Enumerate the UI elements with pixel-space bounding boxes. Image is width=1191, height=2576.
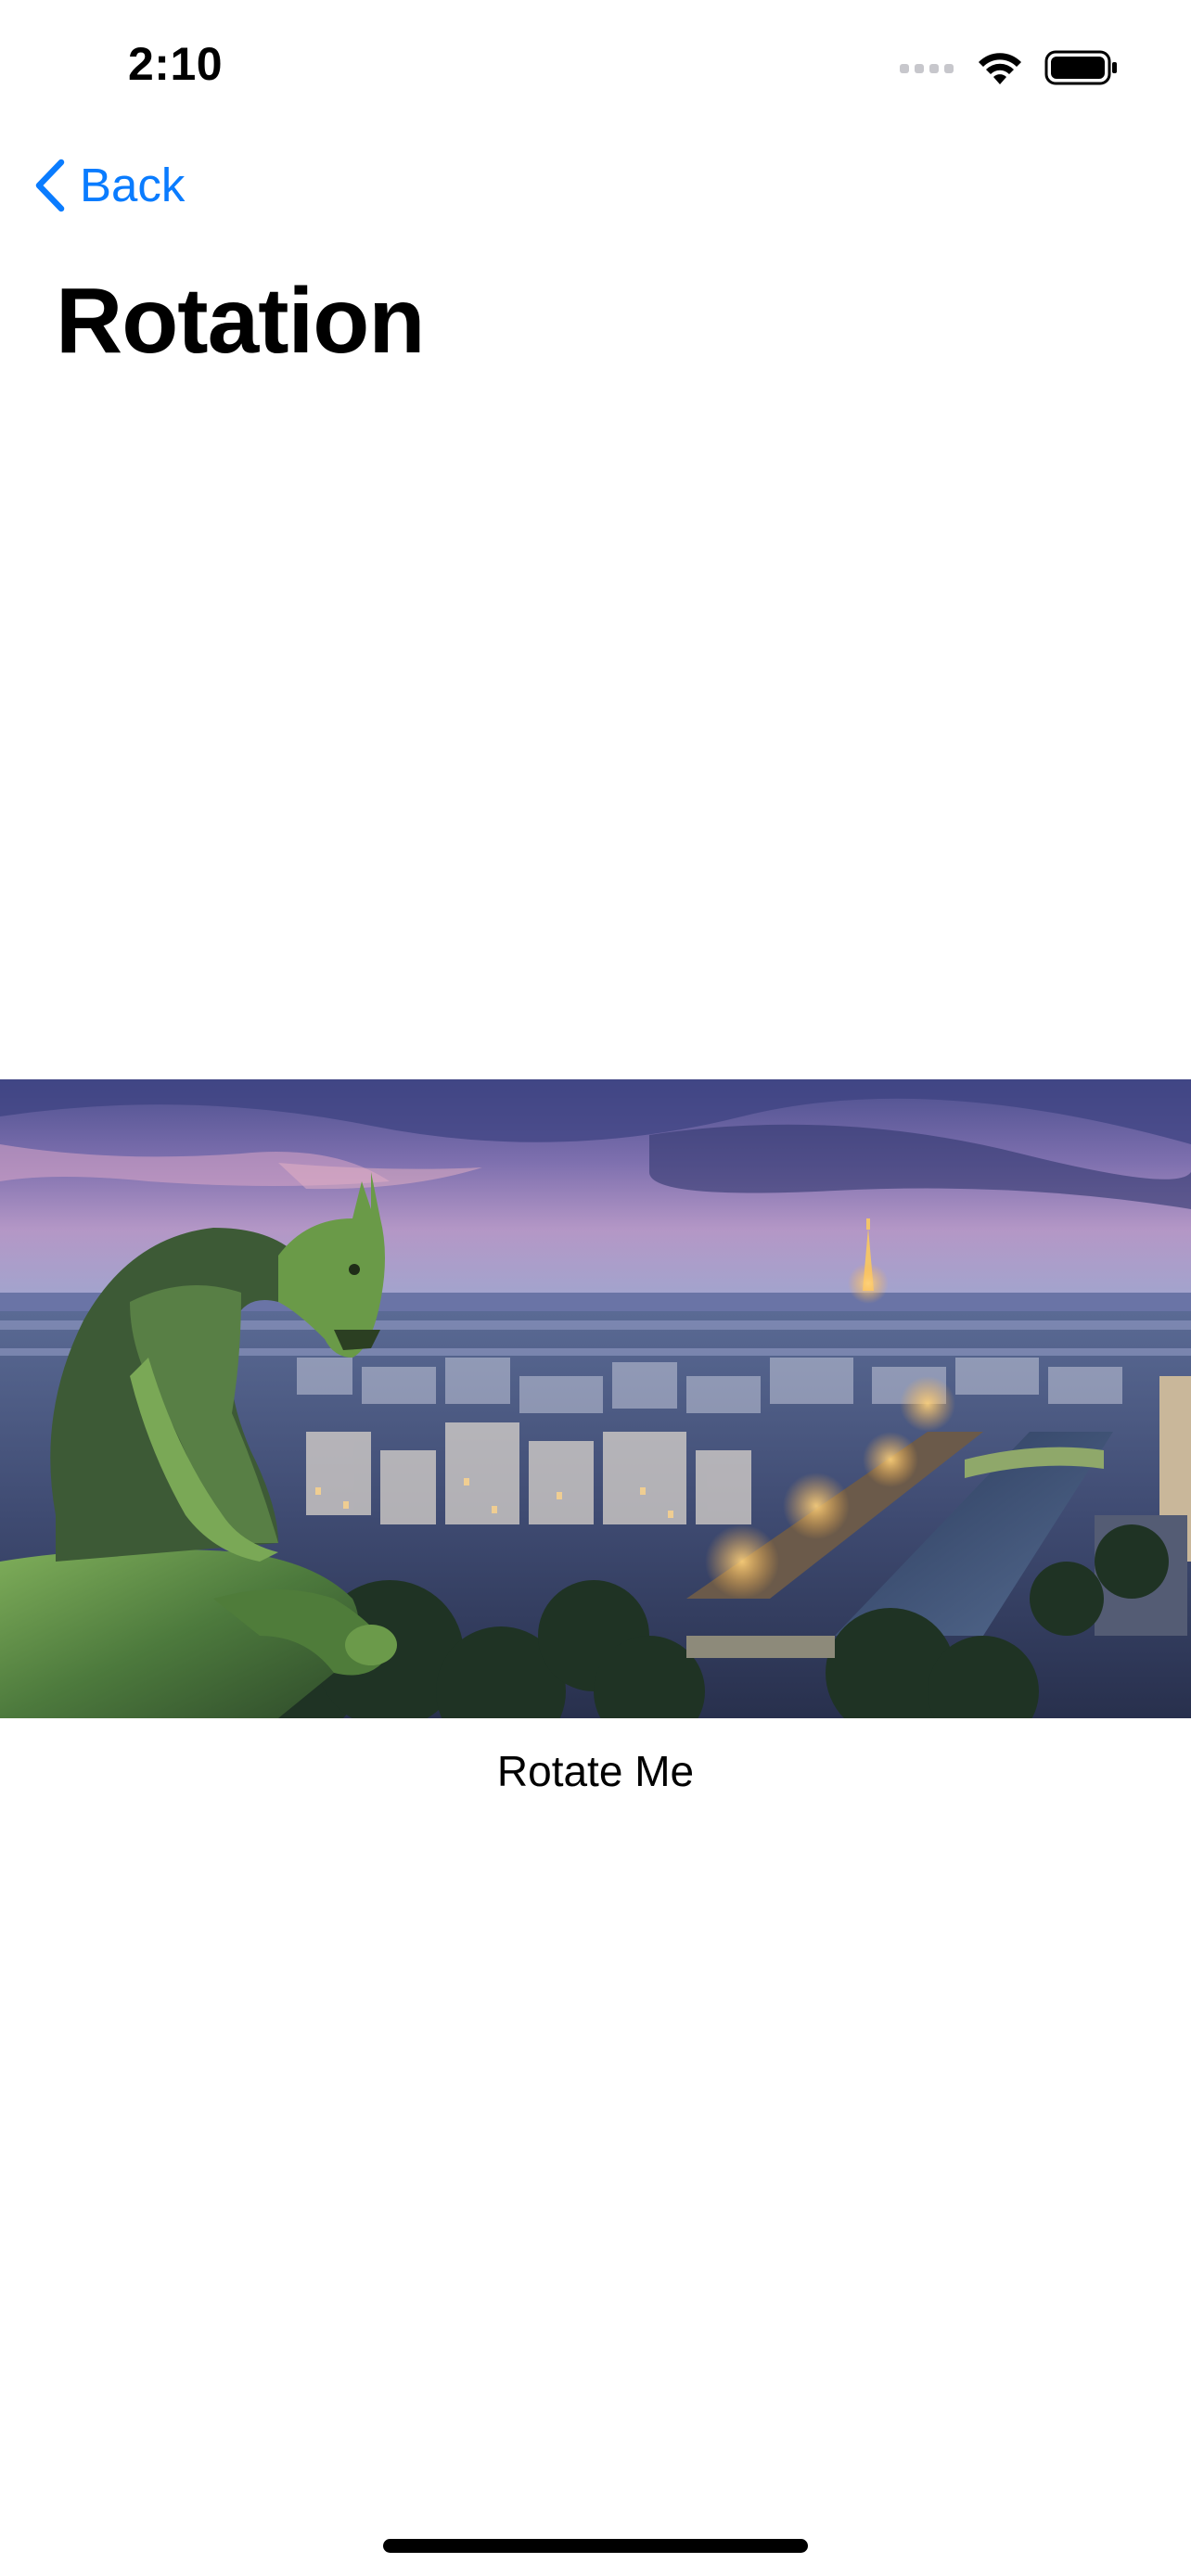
battery-icon: [1044, 50, 1117, 85]
status-bar: 2:10: [0, 0, 1191, 130]
page-title: Rotation: [56, 269, 425, 373]
cellular-signal-icon: [900, 64, 954, 73]
status-time: 2:10: [128, 38, 224, 90]
rotatable-photo[interactable]: [0, 1079, 1191, 1718]
paris-gargoyle-photo: [0, 1079, 1191, 1718]
wifi-icon: [979, 53, 1021, 84]
back-button-label: Back: [80, 159, 186, 211]
home-indicator[interactable]: [383, 2539, 808, 2553]
chevron-left-icon: [35, 159, 65, 211]
back-button[interactable]: Back: [33, 158, 185, 212]
status-icons: [900, 46, 1119, 89]
photo-caption: Rotate Me: [496, 1747, 695, 1795]
